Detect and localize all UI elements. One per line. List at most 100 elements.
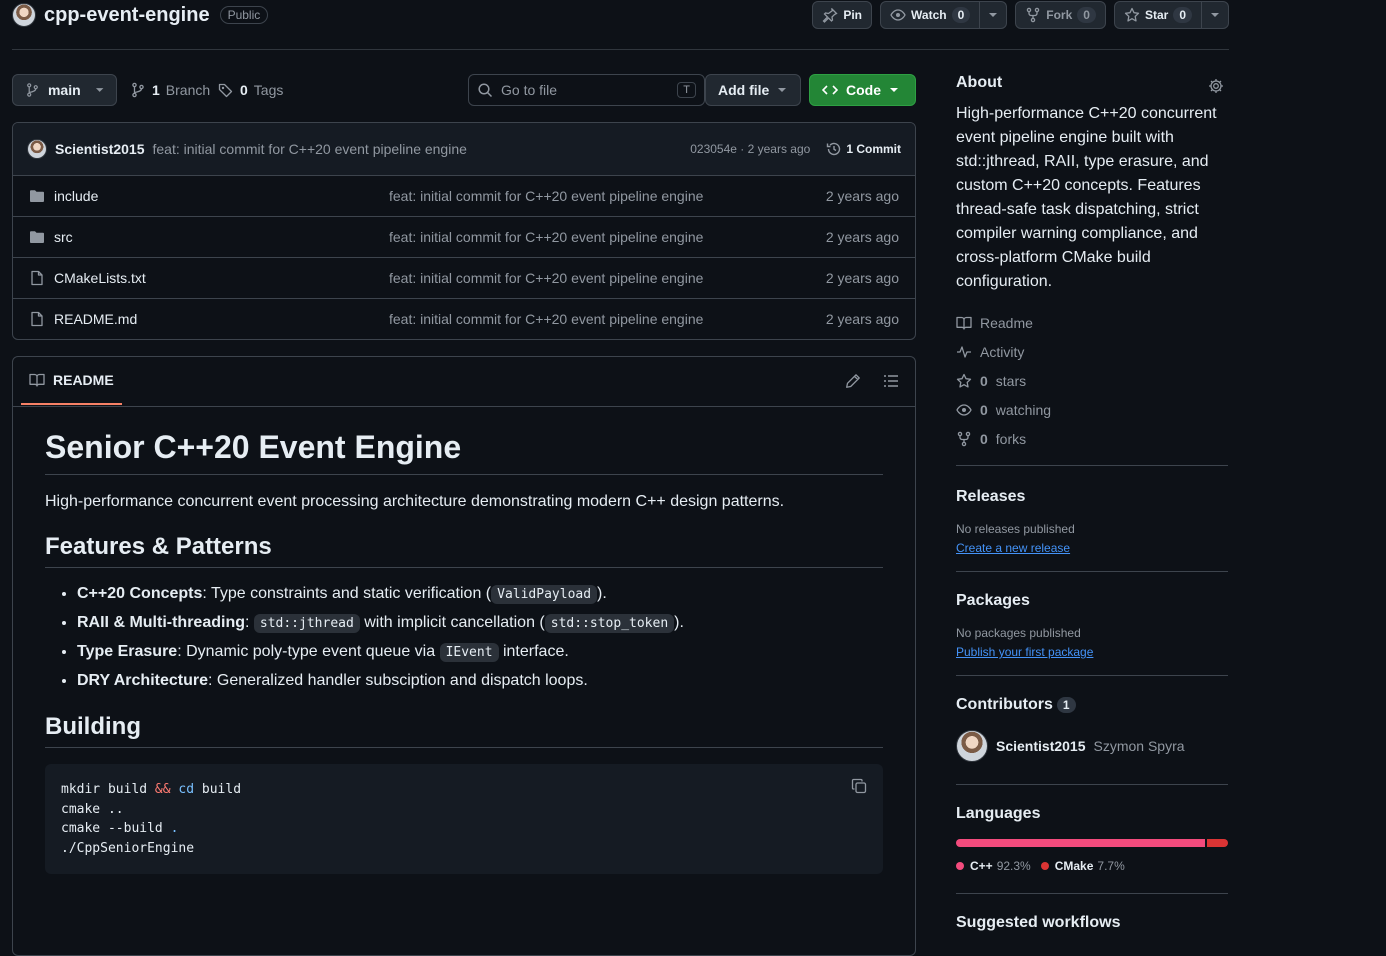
- create-release-link[interactable]: Create a new release: [956, 541, 1070, 555]
- forks-label: forks: [995, 430, 1027, 447]
- search-icon: [478, 83, 493, 98]
- tags-link[interactable]: 0 Tags: [218, 82, 283, 98]
- commit-sha-time[interactable]: 023054e · 2 years ago: [690, 142, 810, 156]
- fork-count: 0: [1077, 7, 1096, 23]
- file-commit-message[interactable]: feat: initial commit for C++20 event pip…: [389, 311, 703, 327]
- readme-tab[interactable]: README: [21, 357, 122, 405]
- about-description: High-performance C++20 concurrent event …: [956, 105, 1217, 290]
- language-legend: C++ 92.3% CMake 7.7%: [956, 859, 1228, 873]
- file-name[interactable]: README.md: [54, 311, 137, 327]
- commit-author[interactable]: Scientist2015: [55, 141, 145, 157]
- contributors-count: 1: [1056, 697, 1076, 713]
- go-to-file-placeholder: Go to file: [501, 82, 558, 98]
- file-name[interactable]: include: [54, 188, 98, 204]
- watch-button[interactable]: Watch 0: [880, 1, 981, 29]
- watch-split: Watch 0: [880, 1, 1008, 29]
- list-outline-icon[interactable]: [883, 373, 899, 389]
- folder-icon: [30, 231, 44, 243]
- forks-count: 0: [980, 430, 988, 447]
- copy-icon[interactable]: [851, 778, 867, 794]
- commit-message[interactable]: feat: initial commit for C++20 event pip…: [153, 141, 467, 157]
- code-icon: [822, 85, 838, 95]
- code-line: cmake ..: [61, 801, 124, 817]
- fork-label: Fork: [1046, 8, 1073, 22]
- stars-link[interactable]: 0 stars: [956, 366, 1228, 395]
- readme-tab-label: README: [53, 372, 114, 388]
- go-to-file-input[interactable]: Go to file T: [468, 74, 705, 106]
- star-button[interactable]: Star 0: [1113, 1, 1202, 29]
- inline-code: std::stop_token: [544, 614, 675, 633]
- releases-title[interactable]: Releases: [956, 488, 1228, 506]
- file-list: include feat: initial commit for C++20 ev…: [13, 176, 915, 339]
- caret-down-icon: [95, 88, 104, 92]
- contributor-item[interactable]: Scientist2015 Szymon Spyra: [956, 730, 1228, 762]
- about-links: Readme Activity 0 stars 0 watching 0 forks: [956, 308, 1228, 453]
- watching-link[interactable]: 0 watching: [956, 395, 1228, 424]
- pulse-icon: [957, 345, 971, 358]
- commits-link[interactable]: 1 Commit: [826, 141, 901, 157]
- commit-author-avatar[interactable]: [27, 139, 47, 159]
- contributor-login[interactable]: Scientist2015: [996, 738, 1086, 754]
- file-name[interactable]: CMakeLists.txt: [54, 270, 146, 286]
- shortcut-key: T: [677, 82, 696, 98]
- stars-label: stars: [995, 372, 1027, 389]
- readme-link[interactable]: Readme: [956, 308, 1228, 337]
- caret-down-icon: [778, 88, 787, 92]
- inline-code: ValidPayload: [491, 585, 598, 604]
- feature-item: Type Erasure: Dynamic poly-type event qu…: [77, 642, 883, 663]
- suggested-workflows-title: Suggested workflows: [956, 914, 1121, 931]
- owner-avatar[interactable]: [12, 3, 36, 27]
- add-file-button[interactable]: Add file: [705, 74, 801, 106]
- file-commit-message[interactable]: feat: initial commit for C++20 event pip…: [389, 270, 703, 286]
- language-legend-item[interactable]: C++ 92.3%: [956, 859, 1031, 873]
- file-name[interactable]: src: [54, 229, 73, 245]
- file-row[interactable]: README.md feat: initial commit for C++20 …: [13, 299, 915, 339]
- contributor-name: Szymon Spyra: [1093, 738, 1185, 754]
- feature-list: C++20 Concepts: Type constraints and sta…: [45, 584, 883, 691]
- star-dropdown[interactable]: [1202, 1, 1229, 29]
- repo-name[interactable]: cpp-event-engine: [44, 4, 210, 27]
- watch-count: 0: [951, 7, 971, 23]
- caret-down-icon: [1211, 13, 1219, 17]
- star-label: Star: [1144, 8, 1169, 22]
- eye-icon: [956, 403, 972, 416]
- watching-count: 0: [980, 401, 988, 418]
- pencil-icon[interactable]: [845, 373, 861, 389]
- watch-dropdown[interactable]: [980, 1, 1008, 29]
- file-commit-message[interactable]: feat: initial commit for C++20 event pip…: [389, 188, 703, 204]
- pin-button[interactable]: Pin: [812, 1, 873, 29]
- gear-icon[interactable]: [1208, 78, 1224, 94]
- fork-button[interactable]: Fork 0: [1015, 1, 1106, 29]
- branch-selector[interactable]: main: [12, 74, 117, 106]
- code-line: ./CppSeniorEngine: [61, 840, 195, 856]
- forks-link[interactable]: 0 forks: [956, 424, 1228, 453]
- file-age: 2 years ago: [825, 188, 899, 204]
- file-row[interactable]: src feat: initial commit for C++20 event …: [13, 217, 915, 258]
- build-code-block: mkdir build && cd build cmake .. cmake -…: [45, 764, 883, 874]
- language-legend-item[interactable]: CMake 7.7%: [1040, 859, 1125, 873]
- about-title: About: [956, 74, 1003, 91]
- commit-meta: 023054e · 2 years ago 1 Commit: [690, 141, 901, 157]
- file-type-icon: [29, 188, 45, 204]
- file-row[interactable]: CMakeLists.txt feat: initial commit for C…: [13, 258, 915, 299]
- eye-icon: [890, 9, 906, 21]
- publish-package-link[interactable]: Publish your first package: [956, 645, 1093, 659]
- activity-link[interactable]: Activity: [956, 337, 1228, 366]
- readme-content: Senior C++20 Event Engine High-performan…: [45, 429, 883, 874]
- branch-icon: [27, 83, 38, 97]
- inline-code: std::jthread: [253, 614, 360, 633]
- packages-title[interactable]: Packages: [956, 592, 1228, 610]
- tags-label: Tags: [253, 82, 284, 98]
- code-line: mkdir build && cd build: [61, 782, 242, 797]
- contributor-avatar[interactable]: [956, 730, 988, 762]
- file-browser: Scientist2015 feat: initial commit for C…: [12, 122, 916, 340]
- file-icon: [31, 311, 43, 327]
- star-count: 0: [1173, 7, 1192, 23]
- branches-link[interactable]: 1 Branch: [130, 82, 210, 98]
- contributors-title[interactable]: Contributors 1: [956, 696, 1228, 714]
- file-row[interactable]: include feat: initial commit for C++20 ev…: [13, 176, 915, 217]
- fork-icon: [1027, 7, 1040, 23]
- file-commit-message[interactable]: feat: initial commit for C++20 event pip…: [389, 229, 703, 245]
- caret-down-icon: [890, 88, 898, 92]
- code-button[interactable]: Code: [809, 74, 916, 106]
